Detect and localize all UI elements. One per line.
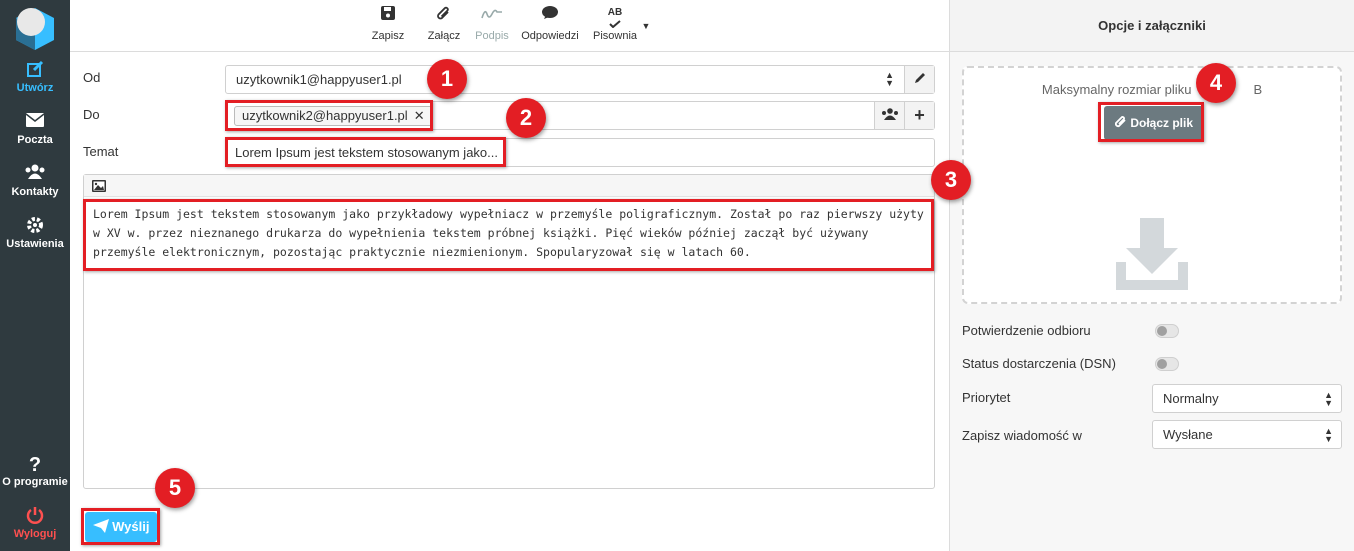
address-book-button[interactable]: [874, 102, 904, 129]
sort-icon: ▲ ▼: [1324, 390, 1333, 408]
responses-button[interactable]: Odpowiedzi: [519, 6, 581, 42]
signature-button[interactable]: Podpis: [472, 6, 512, 42]
download-icon: [1116, 218, 1188, 290]
users-icon: [0, 164, 70, 186]
signature-label: Podpis: [475, 30, 509, 42]
nav-contacts[interactable]: Kontakty: [0, 164, 70, 198]
spellcheck-icon-text: AB: [607, 7, 623, 18]
comment-icon: [519, 6, 581, 30]
dsn-label: Status dostarczenia (DSN): [962, 356, 1116, 371]
nav-settings[interactable]: Ustawienia: [0, 216, 70, 250]
from-label: Od: [83, 70, 101, 85]
envelope-icon: [0, 112, 70, 134]
gear-icon: [0, 216, 70, 238]
nav-compose-label: Utwórz: [16, 82, 54, 94]
priority-value: Normalny: [1163, 391, 1219, 406]
spelling-dropdown[interactable]: ▼: [641, 20, 651, 32]
highlight-subject: [225, 137, 506, 167]
priority-select[interactable]: Normalny ▲ ▼: [1152, 384, 1342, 413]
annotation-badge: 5: [155, 468, 195, 508]
spelling-label: Pisownia: [592, 30, 638, 42]
compose-icon: [0, 60, 70, 82]
highlight-recipient: [225, 100, 433, 131]
to-label: Do: [83, 107, 100, 122]
caret-down-icon: ▼: [641, 21, 651, 31]
highlight-send: [81, 508, 160, 545]
highlight-attach: [1098, 102, 1204, 142]
attach-label: Załącz: [427, 30, 461, 42]
from-value: uzytkownik1@happyuser1.pl: [236, 72, 402, 87]
nav-about-label: O programie: [2, 476, 68, 488]
nav-logout[interactable]: Wyloguj: [0, 506, 70, 540]
editor-toolbar: [84, 175, 934, 197]
spellcheck-icon: AB: [590, 6, 640, 30]
attach-button[interactable]: Załącz: [424, 6, 464, 42]
spelling-button[interactable]: AB Pisownia: [590, 6, 640, 42]
dsn-toggle[interactable]: [1155, 357, 1179, 371]
annotation-badge: 4: [1196, 63, 1236, 103]
main-navigation: Utwórz Poczta Kontakty Ustawienia ? O pr…: [0, 0, 70, 551]
users-icon: [881, 108, 899, 123]
question-icon: ?: [28, 454, 42, 476]
from-select[interactable]: uzytkownik1@happyuser1.pl ▲ ▼: [225, 65, 935, 94]
app-logo: [16, 8, 54, 50]
paperclip-icon: [424, 6, 464, 30]
floppy-icon: [368, 6, 408, 30]
max-size-label: Maksymalny rozmiar pliku: [1041, 82, 1192, 97]
nav-contacts-label: Kontakty: [11, 186, 59, 198]
options-panel: Opcje i załączniki Maksymalny rozmiar pl…: [949, 0, 1354, 551]
nav-compose[interactable]: Utwórz: [0, 60, 70, 94]
read-receipt-toggle[interactable]: [1155, 324, 1179, 338]
plus-icon: +: [914, 105, 925, 125]
power-icon: [0, 506, 70, 528]
highlight-body: [83, 199, 934, 271]
options-panel-title: Opcje i załączniki: [950, 0, 1354, 52]
edit-identity-button[interactable]: [904, 66, 934, 93]
save-button[interactable]: Zapisz: [368, 6, 408, 42]
save-in-select[interactable]: Wysłane ▲ ▼: [1152, 420, 1342, 449]
nav-mail[interactable]: Poczta: [0, 112, 70, 146]
compose-toolbar: Zapisz Załącz Podpis Odpowiedzi AB Pisow…: [70, 0, 949, 52]
save-in-label: Zapisz wiadomość w: [962, 428, 1082, 443]
max-size-text: Maksymalny rozmiar pliku B: [964, 82, 1340, 97]
sort-icon: ▲ ▼: [885, 70, 894, 88]
nav-about[interactable]: ? O programie: [0, 454, 70, 488]
max-size-suffix: B: [1253, 82, 1263, 97]
image-icon[interactable]: [92, 180, 106, 195]
nav-mail-label: Poczta: [17, 134, 53, 146]
responses-label: Odpowiedzi: [521, 30, 579, 42]
nav-logout-label: Wyloguj: [13, 528, 57, 540]
pencil-icon: [914, 72, 926, 87]
annotation-badge: 2: [506, 98, 546, 138]
nav-settings-label: Ustawienia: [6, 238, 64, 250]
save-label: Zapisz: [371, 30, 405, 42]
add-recipient-button[interactable]: +: [904, 102, 934, 129]
annotation-badge: 3: [931, 160, 971, 200]
annotation-badge: 1: [427, 59, 467, 99]
sort-icon: ▲ ▼: [1324, 426, 1333, 444]
signature-icon: [472, 6, 512, 30]
read-receipt-label: Potwierdzenie odbioru: [962, 323, 1091, 338]
save-in-value: Wysłane: [1163, 427, 1213, 442]
subject-label: Temat: [83, 144, 119, 159]
priority-label: Priorytet: [962, 390, 1011, 405]
